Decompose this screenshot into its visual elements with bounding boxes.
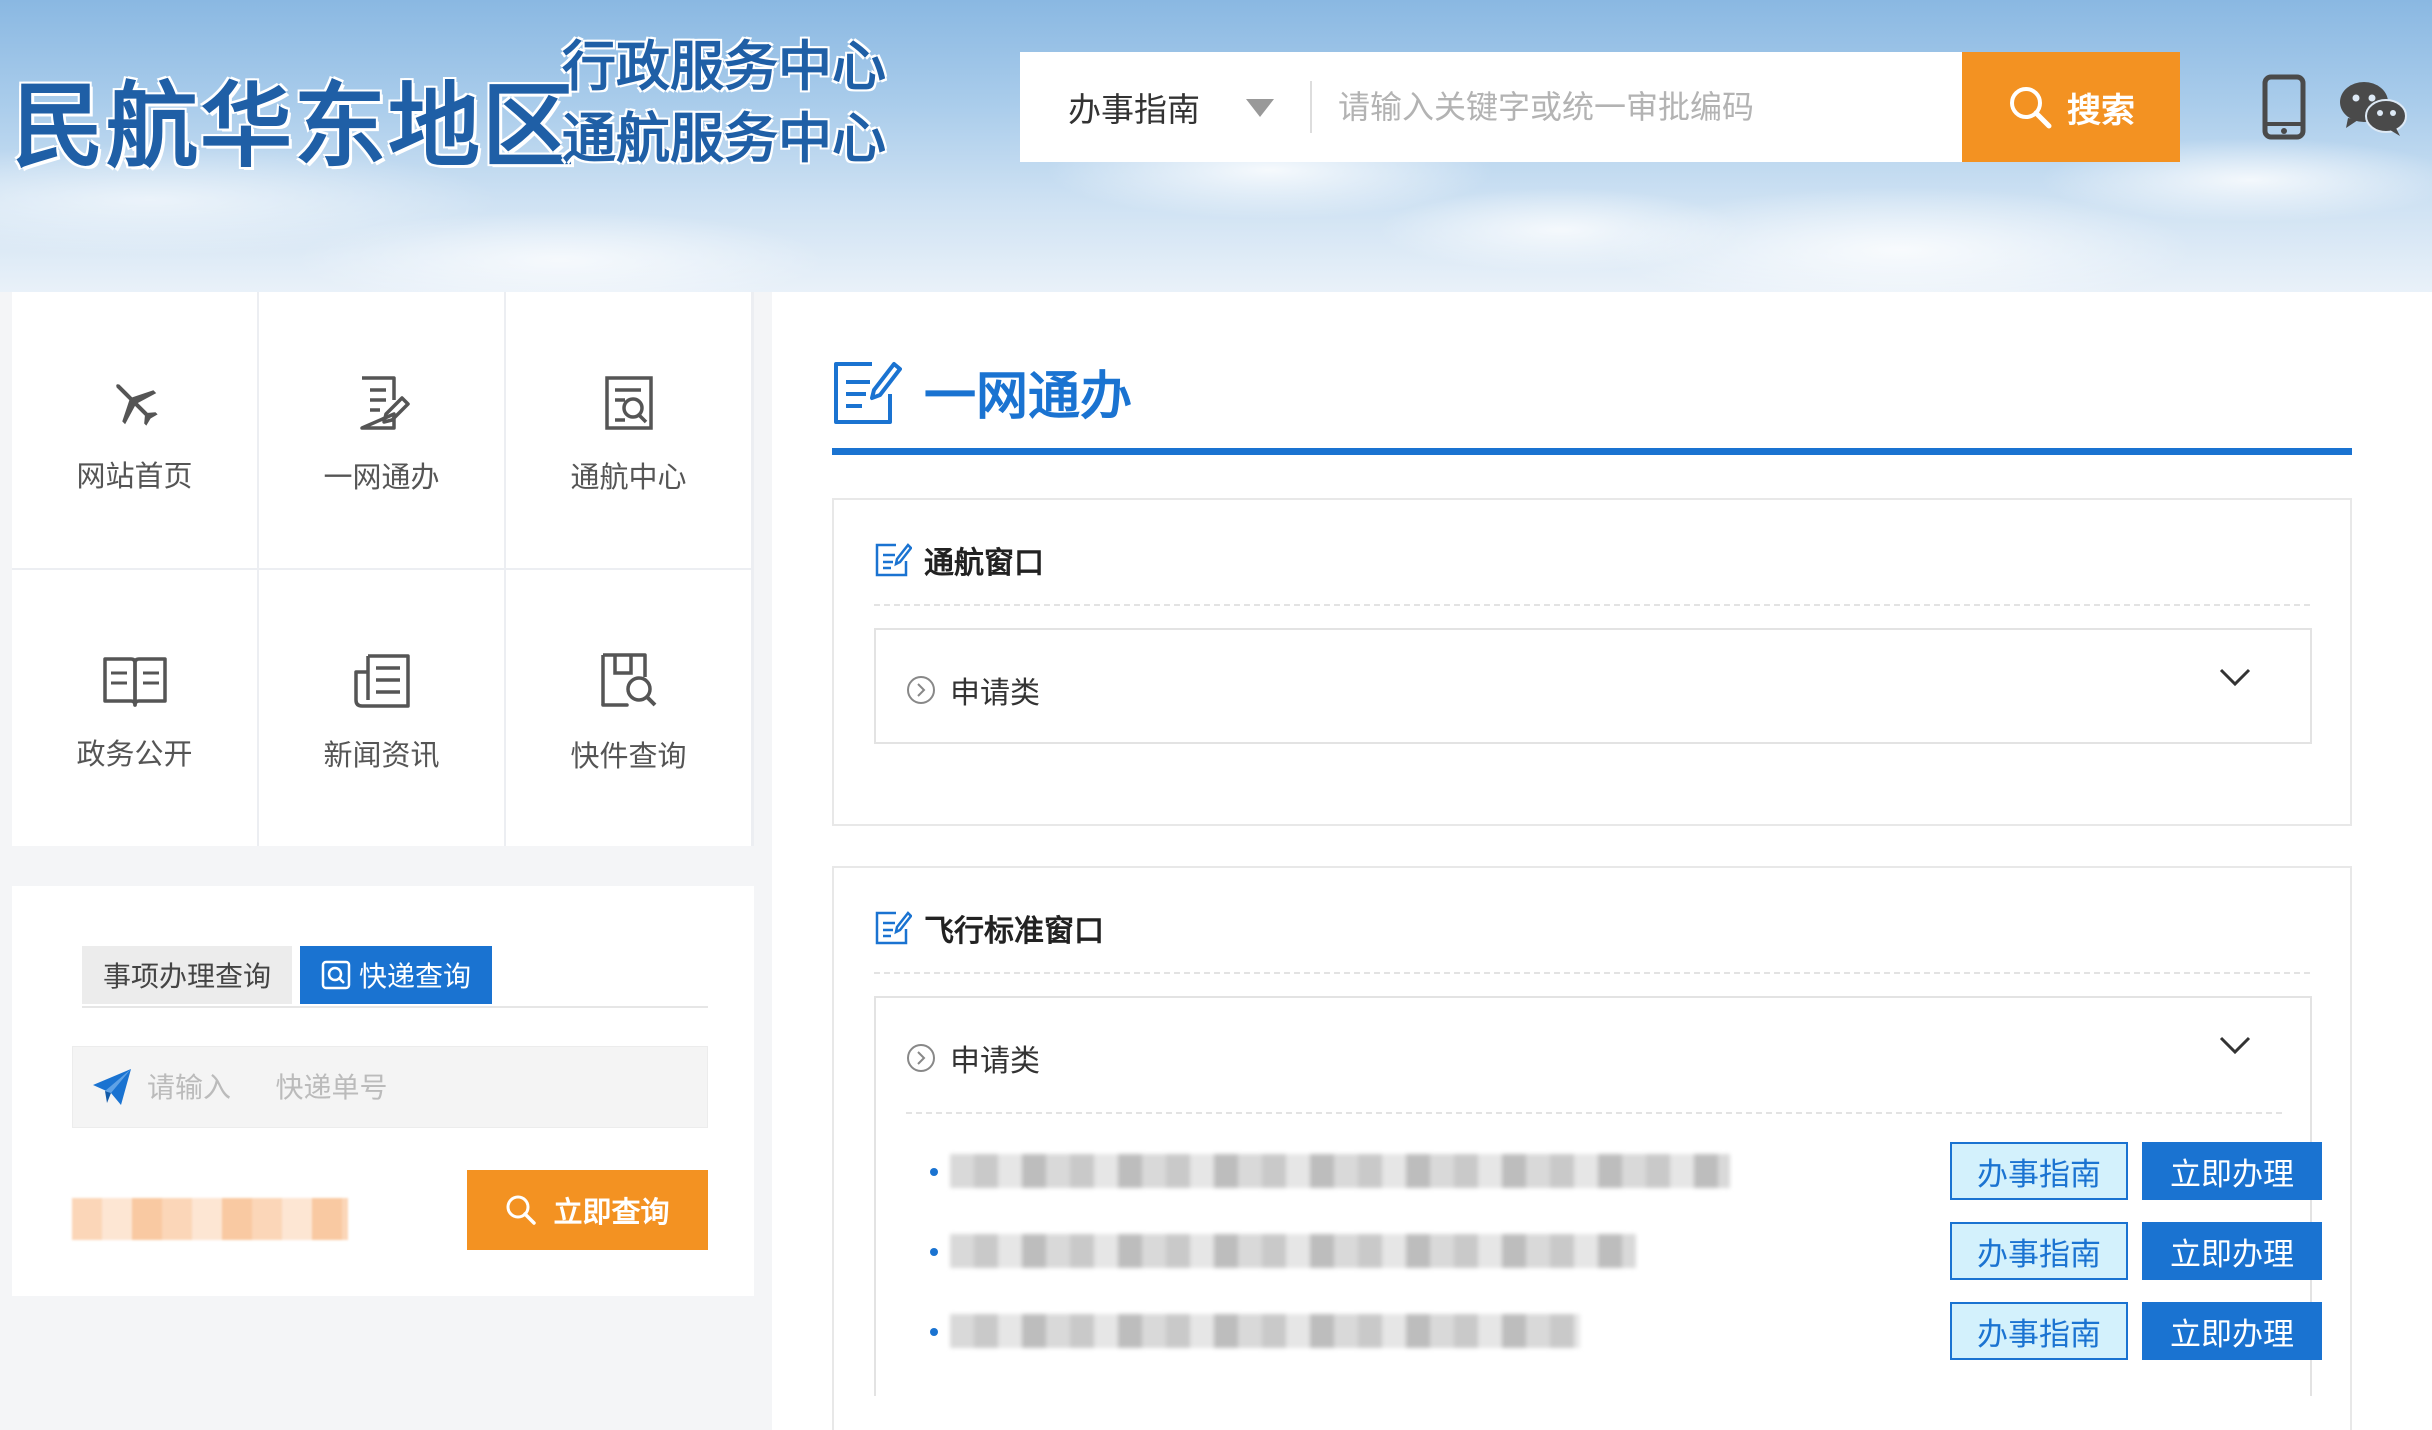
tab-matter-query[interactable]: 事项办理查询 xyxy=(82,946,292,1004)
title-underline xyxy=(832,448,2352,455)
open-book-icon xyxy=(102,657,167,707)
subtitle-line-2: 通航服务中心 xyxy=(562,106,886,170)
search-button-label: 搜索 xyxy=(2067,90,2135,131)
service-guide-button[interactable]: 办事指南 xyxy=(1950,1302,2128,1360)
main-content: 一网通办 通航窗口 申请类 飞行标准窗口 申请类 办事指南 立即办理 办事指南 … xyxy=(772,292,2432,1430)
section-divider xyxy=(874,972,2310,974)
bullet-dot xyxy=(930,1248,938,1256)
package-search-icon xyxy=(600,653,656,707)
service-guide-button[interactable]: 办事指南 xyxy=(1950,1222,2128,1280)
nav-item-label: 一网通办 xyxy=(323,460,440,494)
bullet-dot xyxy=(930,1328,938,1336)
wechat-icon[interactable] xyxy=(2338,80,2408,136)
edit-document-icon xyxy=(834,361,902,424)
query-panel: 事项办理查询 快递查询 立即查询 xyxy=(12,886,754,1296)
nav-item-news[interactable]: 新闻资讯 xyxy=(259,570,504,846)
document-edit-icon xyxy=(359,376,410,430)
accordion-label: 申请类 xyxy=(950,676,1040,711)
nav-item-label: 快件查询 xyxy=(570,739,687,773)
section-divider xyxy=(874,604,2310,606)
edit-document-icon xyxy=(875,911,912,945)
airplane-icon xyxy=(115,384,158,426)
site-subtitle: 行政服务中心 通航服务中心 xyxy=(562,30,886,174)
nav-item-label: 政务公开 xyxy=(76,737,193,771)
site-logo[interactable]: 民航华东地区 xyxy=(12,52,576,185)
search-icon xyxy=(2010,87,2052,129)
list-item: 办事指南 立即办理 xyxy=(930,1302,2322,1360)
query-tabs: 事项办理查询 快递查询 xyxy=(82,946,708,1008)
section-header: 飞行标准窗口 xyxy=(874,906,1104,950)
nav-item-package-query[interactable]: 快件查询 xyxy=(506,570,751,846)
apply-now-button[interactable]: 立即办理 xyxy=(2142,1142,2322,1200)
accordion-label: 申请类 xyxy=(950,1044,1040,1079)
dropdown-triangle-icon xyxy=(1246,99,1274,117)
search-input[interactable] xyxy=(1312,52,1964,162)
apply-now-button[interactable]: 立即办理 xyxy=(2142,1302,2322,1360)
nav-item-label: 新闻资讯 xyxy=(323,738,440,772)
page-title-text: 一网通办 xyxy=(924,367,1133,427)
search-category-select[interactable]: 办事指南 xyxy=(1020,52,1310,162)
search-icon xyxy=(506,1195,537,1225)
section-flight-standards-window: 飞行标准窗口 申请类 办事指南 立即办理 办事指南 立即办理 办事指南 立即办理 xyxy=(832,866,2352,1430)
tracking-number-field xyxy=(72,1046,708,1128)
nav-item-home[interactable]: 网站首页 xyxy=(12,292,257,568)
redacted-item-title[interactable] xyxy=(950,1154,1730,1188)
search-bar: 办事指南 xyxy=(1020,52,1964,162)
circle-chevron-right-icon xyxy=(907,676,935,704)
paper-plane-icon xyxy=(93,1069,131,1105)
apply-now-button[interactable]: 立即办理 xyxy=(2142,1222,2322,1280)
accordion-header: 申请类 xyxy=(906,1036,1040,1080)
accordion-application[interactable]: 申请类 办事指南 立即办理 办事指南 立即办理 办事指南 立即办理 xyxy=(874,996,2322,1396)
accordion-divider xyxy=(906,1112,2282,1114)
section-ga-window: 通航窗口 申请类 xyxy=(832,498,2352,826)
chevron-down-icon[interactable] xyxy=(2218,666,2252,688)
query-submit-button[interactable]: 立即查询 xyxy=(467,1170,708,1250)
nav-item-label: 通航中心 xyxy=(570,460,687,494)
nav-item-ga-center[interactable]: 通航中心 xyxy=(506,292,751,568)
chevron-down-icon[interactable] xyxy=(2218,1034,2252,1056)
mobile-phone-icon[interactable] xyxy=(2262,74,2306,140)
tab-express-query[interactable]: 快递查询 xyxy=(300,946,492,1004)
accordion-header: 申请类 xyxy=(906,668,1040,712)
section-title: 飞行标准窗口 xyxy=(924,914,1104,949)
accordion-application[interactable]: 申请类 xyxy=(874,628,2312,744)
page-title: 一网通办 xyxy=(832,354,1132,429)
section-header: 通航窗口 xyxy=(874,538,1044,582)
redacted-item-title[interactable] xyxy=(950,1314,1580,1348)
tracking-number-input[interactable] xyxy=(133,1047,707,1127)
redacted-item-title[interactable] xyxy=(950,1234,1636,1268)
redacted-link[interactable] xyxy=(72,1198,348,1240)
subtitle-line-1: 行政服务中心 xyxy=(562,34,886,98)
search-category-value: 办事指南 xyxy=(1068,90,1200,129)
list-item: 办事指南 立即办理 xyxy=(930,1222,2322,1280)
nav-item-gov-open[interactable]: 政务公开 xyxy=(12,570,257,846)
search-box-icon xyxy=(321,960,351,990)
edit-document-icon xyxy=(875,543,912,577)
nav-item-one-stop[interactable]: 一网通办 xyxy=(259,292,504,568)
bullet-dot xyxy=(930,1168,938,1176)
search-button[interactable]: 搜索 xyxy=(1962,52,2180,162)
tab-label: 快递查询 xyxy=(358,960,471,993)
service-guide-button[interactable]: 办事指南 xyxy=(1950,1142,2128,1200)
circle-chevron-right-icon xyxy=(907,1044,935,1072)
site-header: 民航华东地区 行政服务中心 通航服务中心 办事指南 搜索 xyxy=(0,0,2432,292)
list-item: 办事指南 立即办理 xyxy=(930,1142,2322,1200)
nav-item-label: 网站首页 xyxy=(76,459,193,493)
news-icon xyxy=(353,654,410,708)
section-title: 通航窗口 xyxy=(924,546,1044,581)
query-submit-label: 立即查询 xyxy=(553,1195,670,1229)
quick-nav-grid: 网站首页 一网通办 通航中心 政务公开 新闻资讯 快件查询 xyxy=(12,292,754,846)
document-search-icon xyxy=(604,376,653,430)
